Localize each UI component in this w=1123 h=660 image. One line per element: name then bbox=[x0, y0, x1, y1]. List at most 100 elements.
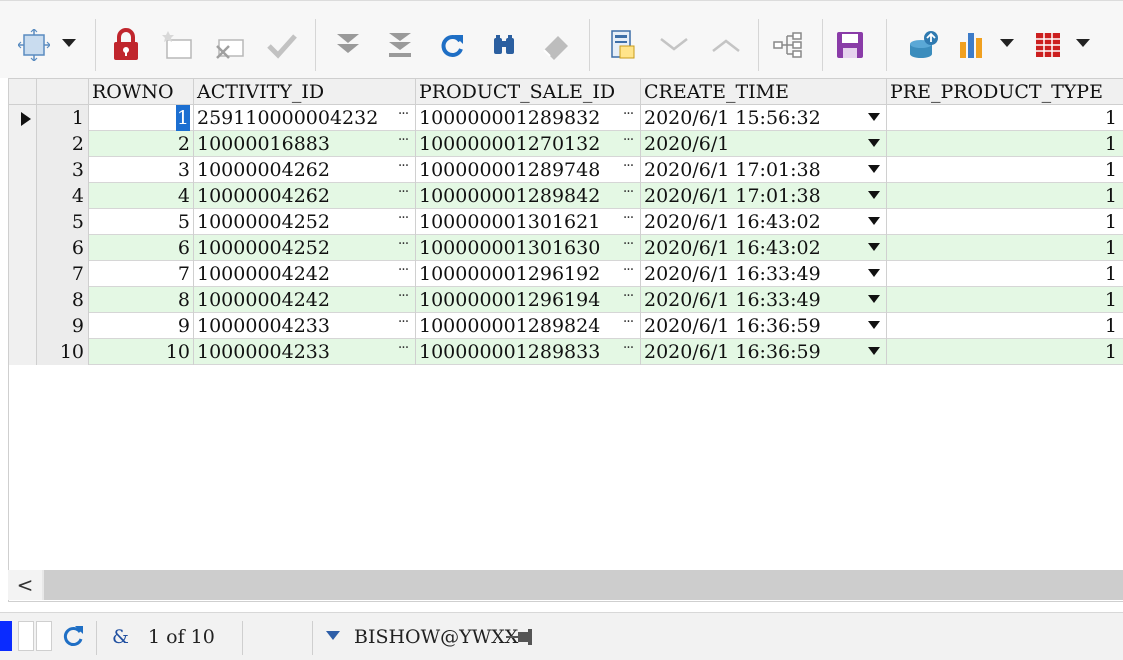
fetch-next-page-button[interactable] bbox=[328, 23, 368, 67]
cell-activity-id[interactable]: 10000004252 bbox=[194, 209, 416, 235]
lock-button[interactable] bbox=[106, 23, 146, 67]
date-dropdown-icon[interactable] bbox=[868, 165, 880, 173]
cell-rowno[interactable]: 6 bbox=[89, 235, 194, 261]
chart-button[interactable] bbox=[952, 23, 992, 67]
table-row[interactable]: 8 8 10000004242 ··· 100000001296194 ··· 2020/6… bbox=[9, 287, 1123, 313]
cell-create-time[interactable]: 2020/6/1 16:43:02 bbox=[641, 235, 887, 261]
table-row[interactable]: 4 4 10000004262 ··· 100000001289842 ··· 2020/6… bbox=[9, 183, 1123, 209]
cell-activity-id[interactable]: 259110000004232 bbox=[194, 105, 416, 131]
cell-activity-id[interactable]: 10000004242 bbox=[194, 287, 416, 313]
cell-ellipsis-button[interactable]: ··· bbox=[617, 157, 639, 183]
cell-ellipsis-button[interactable]: ··· bbox=[617, 261, 639, 287]
cell-create-time[interactable]: 2020/6/1 16:33:49 bbox=[641, 287, 887, 313]
row-indicator[interactable] bbox=[9, 261, 37, 287]
cell-ellipsis-button[interactable]: ··· bbox=[392, 105, 414, 131]
cell-rowno[interactable]: 10 bbox=[89, 339, 194, 365]
cell-product-sale-id[interactable]: 100000001289842 bbox=[416, 183, 641, 209]
cell-activity-id[interactable]: 10000004233 bbox=[194, 339, 416, 365]
cell-create-time[interactable]: 2020/6/1 17:01:38 bbox=[641, 157, 887, 183]
cell-rowno[interactable]: 8 bbox=[89, 287, 194, 313]
clear-button[interactable] bbox=[536, 23, 576, 67]
date-dropdown-icon[interactable] bbox=[868, 321, 880, 329]
cell-activity-id[interactable]: 10000004233 bbox=[194, 313, 416, 339]
cell-ellipsis-button[interactable]: ··· bbox=[617, 339, 639, 365]
column-header-pre-product-type[interactable]: PRE_PRODUCT_TYPE bbox=[887, 79, 1123, 105]
export-button[interactable] bbox=[904, 23, 944, 67]
previous-record-button[interactable] bbox=[706, 23, 746, 67]
cell-pre-product-type[interactable]: 1 bbox=[887, 287, 1123, 313]
cell-pre-product-type[interactable]: 1 bbox=[887, 261, 1123, 287]
cell-product-sale-id[interactable]: 100000001289832 bbox=[416, 105, 641, 131]
cell-ellipsis-button[interactable]: ··· bbox=[617, 131, 639, 157]
connection-dropdown-icon[interactable] bbox=[326, 631, 340, 640]
row-indicator[interactable] bbox=[9, 313, 37, 339]
save-button[interactable] bbox=[830, 23, 870, 67]
tree-view-button[interactable] bbox=[768, 23, 808, 67]
refresh-status-button[interactable] bbox=[60, 623, 86, 655]
cell-create-time[interactable]: 2020/6/1 bbox=[641, 131, 887, 157]
date-dropdown-icon[interactable] bbox=[868, 217, 880, 225]
table-row[interactable]: 7 7 10000004242 ··· 100000001296192 ··· 2020/6… bbox=[9, 261, 1123, 287]
cell-ellipsis-button[interactable]: ··· bbox=[392, 313, 414, 339]
cell-product-sale-id[interactable]: 100000001289833 bbox=[416, 339, 641, 365]
cell-ellipsis-button[interactable]: ··· bbox=[392, 287, 414, 313]
date-dropdown-icon[interactable] bbox=[868, 295, 880, 303]
cell-activity-id[interactable]: 10000016883 bbox=[194, 131, 416, 157]
row-indicator[interactable] bbox=[9, 339, 37, 365]
date-dropdown-icon[interactable] bbox=[868, 139, 880, 147]
row-indicator[interactable] bbox=[9, 235, 37, 261]
cell-pre-product-type[interactable]: 1 bbox=[887, 131, 1123, 157]
table-row[interactable]: 5 5 10000004252 ··· 100000001301621 ··· 2020/6… bbox=[9, 209, 1123, 235]
horizontal-scrollbar[interactable]: < bbox=[8, 570, 1123, 600]
cell-rowno[interactable]: 4 bbox=[89, 183, 194, 209]
post-changes-button[interactable] bbox=[262, 23, 302, 67]
cell-ellipsis-button[interactable]: ··· bbox=[392, 131, 414, 157]
cell-pre-product-type[interactable]: 1 bbox=[887, 339, 1123, 365]
cell-ellipsis-button[interactable]: ··· bbox=[617, 235, 639, 261]
cell-ellipsis-button[interactable]: ··· bbox=[617, 209, 639, 235]
cell-create-time[interactable]: 2020/6/1 16:36:59 bbox=[641, 339, 887, 365]
row-indicator[interactable] bbox=[9, 209, 37, 235]
date-dropdown-icon[interactable] bbox=[868, 243, 880, 251]
delete-record-button[interactable] bbox=[210, 23, 250, 67]
cell-activity-id[interactable]: 10000004252 bbox=[194, 235, 416, 261]
row-indicator[interactable] bbox=[9, 287, 37, 313]
cell-product-sale-id[interactable]: 100000001289824 bbox=[416, 313, 641, 339]
cell-pre-product-type[interactable]: 1 bbox=[887, 313, 1123, 339]
cell-ellipsis-button[interactable]: ··· bbox=[392, 157, 414, 183]
cell-pre-product-type[interactable]: 1 bbox=[887, 209, 1123, 235]
date-dropdown-icon[interactable] bbox=[868, 113, 880, 121]
row-indicator[interactable] bbox=[9, 157, 37, 183]
cell-pre-product-type[interactable]: 1 bbox=[887, 157, 1123, 183]
cell-product-sale-id[interactable]: 100000001270132 bbox=[416, 131, 641, 157]
select-mode-dropdown-icon[interactable] bbox=[62, 39, 76, 47]
cell-ellipsis-button[interactable]: ··· bbox=[617, 105, 639, 131]
cell-ellipsis-button[interactable]: ··· bbox=[617, 183, 639, 209]
cell-rowno[interactable]: 7 bbox=[89, 261, 194, 287]
table-row[interactable]: 1 1 259110000004232 ··· 100000001289832 ··· 20… bbox=[9, 105, 1123, 131]
table-row[interactable]: 10 10 10000004233 ··· 100000001289833 ··· 2020… bbox=[9, 339, 1123, 365]
cell-product-sale-id[interactable]: 100000001296192 bbox=[416, 261, 641, 287]
table-row[interactable]: 3 3 10000004262 ··· 100000001289748 ··· 2020/6… bbox=[9, 157, 1123, 183]
cell-rowno[interactable]: 2 bbox=[89, 131, 194, 157]
row-indicator[interactable] bbox=[9, 105, 37, 131]
column-header-create-time[interactable]: CREATE_TIME bbox=[641, 79, 887, 105]
date-dropdown-icon[interactable] bbox=[868, 269, 880, 277]
cell-activity-id[interactable]: 10000004242 bbox=[194, 261, 416, 287]
column-header-activity-id[interactable]: ACTIVITY_ID bbox=[194, 79, 416, 105]
single-record-view-button[interactable] bbox=[602, 23, 642, 67]
cell-product-sale-id[interactable]: 100000001289748 bbox=[416, 157, 641, 183]
cell-pre-product-type[interactable]: 1 bbox=[887, 105, 1123, 131]
cell-pre-product-type[interactable]: 1 bbox=[887, 183, 1123, 209]
cell-activity-id[interactable]: 10000004262 bbox=[194, 183, 416, 209]
table-row[interactable]: 9 9 10000004233 ··· 100000001289824 ··· 2020/6… bbox=[9, 313, 1123, 339]
cell-create-time[interactable]: 2020/6/1 16:36:59 bbox=[641, 313, 887, 339]
table-view-button[interactable] bbox=[1028, 23, 1068, 67]
cell-ellipsis-button[interactable]: ··· bbox=[392, 235, 414, 261]
cell-product-sale-id[interactable]: 100000001301630 bbox=[416, 235, 641, 261]
column-header-rowno[interactable]: ROWNO bbox=[89, 79, 194, 105]
cell-rowno[interactable]: 3 bbox=[89, 157, 194, 183]
scrollbar-thumb[interactable] bbox=[44, 570, 1123, 600]
cell-rowno[interactable]: 1 bbox=[89, 105, 194, 131]
cell-ellipsis-button[interactable]: ··· bbox=[392, 209, 414, 235]
